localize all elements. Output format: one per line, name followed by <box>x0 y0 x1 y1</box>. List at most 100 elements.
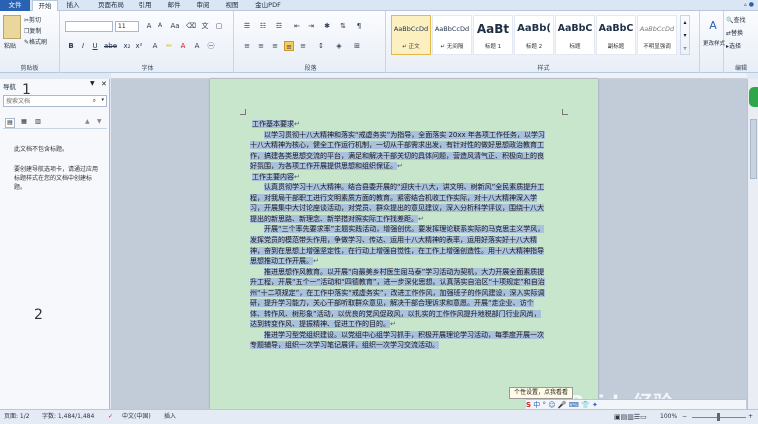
bold-icon[interactable]: B <box>66 41 76 51</box>
punct-icon[interactable]: ° <box>543 401 547 409</box>
show-marks-icon[interactable]: ¶ <box>354 21 364 31</box>
search-icon[interactable]: ⌕ <box>93 97 96 105</box>
close-icon[interactable]: ✕ <box>101 80 107 88</box>
arrow-down-icon[interactable]: ▾ <box>683 32 686 39</box>
prev-heading-icon[interactable]: ▲ <box>85 118 90 125</box>
zoom-out-icon[interactable]: − <box>682 410 687 424</box>
justify-icon[interactable]: ≡ <box>284 41 294 51</box>
style-heading-2[interactable]: AaBb(标题 2 <box>514 15 554 55</box>
align-left-icon[interactable]: ≡ <box>242 41 252 51</box>
text-effects-icon[interactable]: A <box>150 41 160 51</box>
italic-icon[interactable]: I <box>78 41 88 51</box>
grow-font-icon[interactable]: A <box>144 21 154 31</box>
sogou-icon[interactable]: S <box>526 401 531 409</box>
numbering-icon[interactable]: ☷ <box>258 21 268 31</box>
bullets-icon[interactable]: ☰ <box>242 21 252 31</box>
skin-icon[interactable]: 👕 <box>581 401 590 409</box>
tab-kingsoft-pdf[interactable]: 金山PDF <box>251 0 285 11</box>
more-icon[interactable]: ▿ <box>683 45 686 52</box>
vertical-scrollbar[interactable] <box>747 79 758 409</box>
underline-icon[interactable]: U <box>90 41 100 51</box>
change-styles-button[interactable]: 更改样式 <box>703 39 725 47</box>
superscript-icon[interactable]: x² <box>134 41 144 51</box>
style-normal[interactable]: AaBbCcDd ↵ 正文 <box>391 15 431 55</box>
arrow-up-icon[interactable]: ▴ <box>683 19 686 26</box>
headings-tab-icon[interactable]: ▤ <box>5 118 15 128</box>
distributed-icon[interactable]: ≡ <box>298 41 308 51</box>
change-case-icon[interactable]: Aa <box>170 21 180 31</box>
change-styles-icon[interactable]: A <box>706 19 720 33</box>
font-name-combo[interactable] <box>65 21 113 32</box>
decrease-indent-icon[interactable]: ⇤ <box>292 21 302 31</box>
keyboard-icon[interactable]: ⌨ <box>569 401 579 409</box>
paste-label[interactable]: 粘贴 <box>4 41 16 50</box>
tab-file[interactable]: 文件 <box>0 0 30 11</box>
clear-format-icon[interactable]: ⌫ <box>186 21 196 31</box>
pages-tab-icon[interactable]: ▦ <box>19 118 29 128</box>
increase-indent-icon[interactable]: ⇥ <box>306 21 316 31</box>
tab-mailings[interactable]: 邮件 <box>164 0 184 11</box>
voice-icon[interactable]: 🎤 <box>558 401 567 409</box>
align-right-icon[interactable]: ≡ <box>270 41 280 51</box>
zoom-slider-thumb[interactable] <box>717 413 720 421</box>
proofing-icon[interactable]: ✓ <box>108 410 113 424</box>
phonetic-guide-icon[interactable]: 文 <box>200 21 210 31</box>
nav-search-box[interactable]: ⌕ ▾ <box>3 95 107 107</box>
zoom-level[interactable]: 100% <box>660 410 677 424</box>
draft-icon[interactable]: ▭ <box>640 413 647 421</box>
tools-icon[interactable]: ✦ <box>592 401 598 409</box>
align-center-icon[interactable]: ≡ <box>256 41 266 51</box>
tab-review[interactable]: 审阅 <box>193 0 213 11</box>
emoji-icon[interactable]: ☺ <box>548 401 555 409</box>
insert-mode[interactable]: 插入 <box>164 410 176 424</box>
zoom-in-icon[interactable]: + <box>748 410 753 424</box>
cut-button[interactable]: ✂剪切 <box>24 15 41 24</box>
web-layout-icon[interactable]: ▥ <box>627 413 634 421</box>
shrink-font-icon[interactable]: A <box>155 21 165 31</box>
font-color-icon[interactable]: A <box>178 41 188 51</box>
scroll-thumb[interactable] <box>750 119 757 179</box>
copy-button[interactable]: ❐复制 <box>24 26 41 35</box>
paste-icon[interactable] <box>3 15 21 39</box>
style-heading-1[interactable]: AaBt 标题 1 <box>473 15 513 55</box>
select-button[interactable]: ▸选择 <box>726 41 741 50</box>
strikethrough-icon[interactable]: abe <box>104 41 117 51</box>
chevron-down-icon[interactable]: ▾ <box>101 97 104 103</box>
word-count[interactable]: 字数: 1,484/1,484 <box>42 410 94 424</box>
line-spacing-icon[interactable]: ↕ <box>316 41 326 51</box>
styles-scroll[interactable]: ▴ ▾ ▿ <box>680 15 690 55</box>
multilevel-list-icon[interactable]: ☲ <box>274 21 284 31</box>
nav-menu-icon[interactable]: ▼ <box>90 80 95 87</box>
style-subtle-emphasis[interactable]: AaBbCcDd 不明显强调 <box>637 15 677 55</box>
style-title[interactable]: AaBbC 标题 <box>555 15 595 55</box>
find-button[interactable]: 🔍查找 <box>726 15 746 24</box>
document-content[interactable]: 工作基本要求↵ 以学习贯彻十八大精神和落实“戒虚务实”为指导，全面落实 20xx… <box>250 119 546 351</box>
enclose-char-icon[interactable]: ㊀ <box>206 41 216 51</box>
style-no-spacing[interactable]: AaBbCcDd ↵ 无间隔 <box>432 15 472 55</box>
subscript-icon[interactable]: x₂ <box>122 41 132 51</box>
char-border-icon[interactable]: ▢ <box>214 21 224 31</box>
page-indicator[interactable]: 页面: 1/2 <box>4 410 30 424</box>
char-shading-icon[interactable]: A <box>192 41 202 51</box>
help-icon[interactable]: ● <box>749 1 754 8</box>
nav-search-input[interactable] <box>4 96 88 106</box>
minimize-ribbon-icon[interactable]: ▵ <box>744 1 747 8</box>
shading-icon[interactable]: ◈ <box>334 41 344 51</box>
ime-mode-icon[interactable]: 中 <box>533 401 540 409</box>
chinese-layout-icon[interactable]: ✱ <box>322 21 332 31</box>
print-layout-icon[interactable]: ▣ <box>614 413 621 421</box>
font-size-combo[interactable]: 11 <box>115 21 139 32</box>
next-heading-icon[interactable]: ▼ <box>97 118 102 125</box>
tab-page-layout[interactable]: 页面布局 <box>94 0 128 11</box>
language[interactable]: 中文(中国) <box>122 410 151 424</box>
format-painter-button[interactable]: ✎格式刷 <box>24 37 47 46</box>
tab-insert[interactable]: 插入 <box>62 0 84 11</box>
replace-button[interactable]: ⇄替换 <box>726 28 743 37</box>
borders-icon[interactable]: ⊞ <box>352 41 362 51</box>
sort-icon[interactable]: ⇅ <box>338 21 348 31</box>
results-tab-icon[interactable]: ▥ <box>33 118 43 128</box>
style-subtitle[interactable]: AaBbC 副标题 <box>596 15 636 55</box>
highlight-icon[interactable]: ✏ <box>164 41 174 51</box>
tab-references[interactable]: 引用 <box>135 0 155 11</box>
side-badge[interactable] <box>749 87 758 107</box>
